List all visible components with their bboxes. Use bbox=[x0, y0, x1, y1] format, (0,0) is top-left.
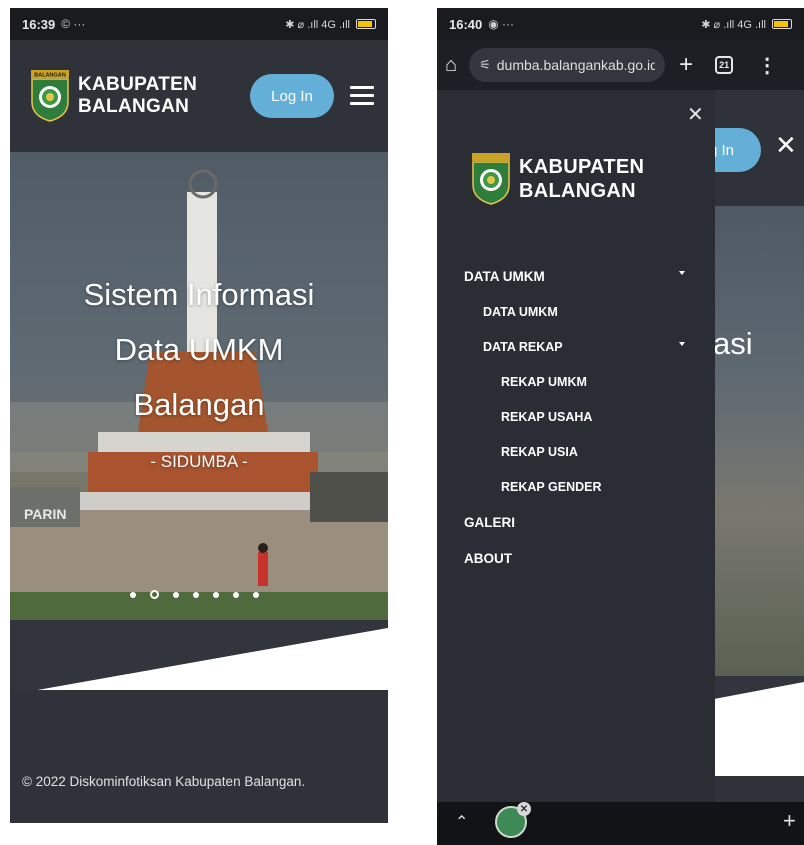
menu-item-label: DATA UMKM bbox=[464, 268, 545, 284]
hero-title-line-3: Balangan bbox=[133, 387, 265, 422]
drawer-logo[interactable]: KABUPATEN BALANGAN bbox=[471, 152, 644, 206]
slider-dot[interactable] bbox=[193, 591, 199, 598]
site-settings-icon[interactable]: ⚟ bbox=[479, 57, 491, 73]
menu-item-about[interactable]: ABOUT bbox=[437, 540, 715, 576]
menu-item-label: REKAP GENDER bbox=[501, 479, 602, 494]
copyright-text: © 2022 Diskominfotiksan Kabupaten Balang… bbox=[22, 774, 306, 789]
slider-dot[interactable] bbox=[233, 591, 239, 598]
site-footer: © 2022 Diskominfotiksan Kabupaten Balang… bbox=[10, 598, 388, 823]
chevron-up-icon[interactable]: ⌃ bbox=[455, 812, 468, 832]
browser-toolbar: ⌂ ⚟ dumba.balangankab.go.id + 21 ⋮ bbox=[437, 40, 804, 90]
add-tab-icon[interactable]: + bbox=[783, 808, 796, 834]
more-options-icon[interactable]: ⋮ bbox=[757, 53, 777, 78]
slider-dot[interactable] bbox=[130, 591, 136, 598]
drawer-logo-line-2: BALANGAN bbox=[519, 180, 636, 202]
menu-item-label: ABOUT bbox=[464, 550, 512, 566]
footer-shape bbox=[10, 620, 388, 823]
new-tab-icon[interactable]: + bbox=[679, 51, 693, 79]
screenshot-home: 16:39 © ··· ✱ ⌀ .ıll 4G .ıll BALANGAN KA… bbox=[10, 8, 388, 823]
nav-drawer: ✕ KABUPATEN BALANGAN DATA UMKM DATA UMKM bbox=[437, 90, 715, 802]
signal-icons: ✱ ⌀ .ıll 4G .ıll bbox=[285, 18, 350, 31]
url-text: dumba.balangankab.go.id bbox=[496, 57, 656, 73]
menu-item-data-umkm-sub[interactable]: DATA UMKM bbox=[437, 294, 715, 329]
browser-bottom-bar: ⌃ ✕ + bbox=[437, 802, 804, 845]
svg-text:PARIN: PARIN bbox=[24, 506, 67, 522]
screenshot-menu-open: 16:40 ◉ ··· ✱ ⌀ .ıll 4G .ıll ⌂ ⚟ dumba.b… bbox=[437, 8, 804, 845]
hero-slider[interactable]: PARIN Sistem Informasi Data UMKM Balanga… bbox=[10, 152, 388, 622]
logo-text: KABUPATEN BALANGAN bbox=[78, 74, 197, 118]
menu-item-rekap-usaha[interactable]: REKAP USAHA bbox=[437, 399, 715, 434]
status-bar: 16:39 © ··· ✱ ⌀ .ıll 4G .ıll bbox=[10, 8, 388, 40]
status-notifications: ◉ ··· bbox=[488, 17, 515, 31]
status-icons: ✱ ⌀ .ıll 4G .ıll bbox=[701, 18, 792, 31]
hamburger-menu-icon[interactable] bbox=[350, 86, 374, 106]
home-icon[interactable]: ⌂ bbox=[445, 54, 457, 77]
menu-item-label: DATA REKAP bbox=[483, 339, 563, 354]
balangan-emblem-icon bbox=[472, 153, 510, 205]
slider-dot[interactable] bbox=[173, 591, 179, 598]
close-tab-icon[interactable]: ✕ bbox=[517, 802, 531, 816]
menu-item-rekap-gender[interactable]: REKAP GENDER bbox=[437, 469, 715, 504]
signal-icons: ✱ ⌀ .ıll 4G .ıll bbox=[701, 18, 766, 31]
caret-down-icon[interactable] bbox=[679, 342, 685, 346]
drawer-close-icon[interactable]: ✕ bbox=[687, 102, 704, 127]
menu-item-label: REKAP UMKM bbox=[501, 374, 587, 389]
site-header: BALANGAN KABUPATEN BALANGAN Log In bbox=[10, 40, 388, 152]
address-bar[interactable]: ⚟ dumba.balangankab.go.id bbox=[469, 48, 666, 82]
menu-item-data-umkm[interactable]: DATA UMKM bbox=[437, 258, 715, 294]
slider-dot[interactable] bbox=[213, 591, 219, 598]
svg-text:BALANGAN: BALANGAN bbox=[34, 73, 65, 79]
caret-down-icon[interactable] bbox=[679, 271, 685, 275]
drawer-logo-text: KABUPATEN BALANGAN bbox=[519, 155, 644, 203]
logo-line-1: KABUPATEN bbox=[78, 74, 198, 95]
drawer-menu: DATA UMKM DATA UMKM DATA REKAP REKAP UMK… bbox=[437, 258, 715, 576]
status-bar: 16:40 ◉ ··· ✱ ⌀ .ıll 4G .ıll bbox=[437, 8, 804, 40]
menu-item-label: REKAP USAHA bbox=[501, 409, 593, 424]
drawer-logo-line-1: KABUPATEN bbox=[519, 156, 645, 178]
menu-item-rekap-usia[interactable]: REKAP USIA bbox=[437, 434, 715, 469]
balangan-emblem-icon: BALANGAN bbox=[31, 70, 69, 122]
status-time: 16:40 bbox=[449, 16, 483, 32]
slider-dot[interactable] bbox=[253, 591, 259, 598]
hero-title-line-1: Sistem Informasi bbox=[83, 277, 315, 312]
menu-item-rekap-umkm[interactable]: REKAP UMKM bbox=[437, 364, 715, 399]
hero-subtitle: - SIDUMBA - bbox=[150, 452, 248, 471]
menu-item-label: DATA UMKM bbox=[483, 304, 558, 319]
menu-item-label: GALERI bbox=[464, 514, 516, 530]
status-time: 16:39 bbox=[22, 16, 56, 32]
tab-switcher-button[interactable]: 21 bbox=[715, 56, 734, 74]
status-notifications: © ··· bbox=[61, 17, 86, 31]
hero-title: Sistem Informasi Data UMKM Balangan bbox=[10, 267, 388, 432]
battery-icon bbox=[356, 19, 376, 29]
logo-line-2: BALANGAN bbox=[78, 96, 190, 117]
login-button[interactable]: Log In bbox=[250, 74, 334, 118]
site-logo[interactable]: BALANGAN KABUPATEN BALANGAN bbox=[30, 70, 197, 122]
close-menu-icon[interactable]: ✕ bbox=[775, 130, 797, 161]
hero-title-line-2: Data UMKM bbox=[114, 332, 284, 367]
menu-item-data-rekap[interactable]: DATA REKAP bbox=[437, 329, 715, 364]
menu-item-label: REKAP USIA bbox=[501, 444, 578, 459]
background-hero-text: asi bbox=[713, 326, 753, 361]
status-icons: ✱ ⌀ .ıll 4G .ıll bbox=[285, 18, 376, 31]
battery-icon bbox=[772, 19, 792, 29]
menu-item-galeri[interactable]: GALERI bbox=[437, 504, 715, 540]
